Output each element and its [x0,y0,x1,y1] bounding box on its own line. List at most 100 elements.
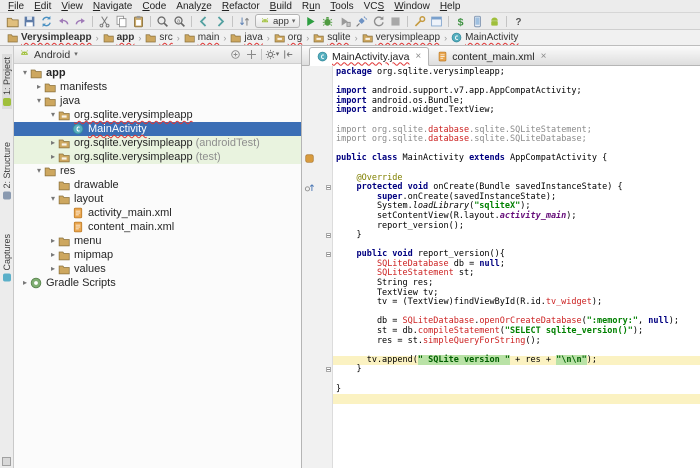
tree-item-manifests[interactable]: ▸manifests [14,80,301,94]
code-line[interactable]: public class MainActivity extends AppCom… [302,154,700,164]
chevron-down-icon[interactable]: ▾ [48,111,58,119]
paste-icon[interactable] [130,13,147,29]
menu-file[interactable]: File [3,1,29,12]
tree-item-org-sqlite-verysimpleapp[interactable]: ▸org.sqlite.verysimpleapp(test) [14,150,301,164]
tree-item-gradle-scripts[interactable]: ▸Gradle Scripts [14,276,301,290]
close-icon[interactable]: × [415,51,421,62]
tool-window-button-project[interactable]: 1: Project [2,54,12,109]
fold-marker-icon[interactable] [326,185,331,190]
menu-code[interactable]: Code [137,1,171,12]
tool-window-button-structure[interactable]: 2: Structure [2,139,12,203]
code-editor[interactable]: package org.sqlite.verysimpleapp;import … [302,66,700,468]
chevron-down-icon[interactable]: ▾ [20,69,30,77]
chevron-right-icon[interactable]: ▸ [48,251,58,259]
open-icon[interactable] [4,13,21,29]
breadcrumb-item-verysimpleapp[interactable]: Verysimpleapp [6,32,93,43]
sdk-manager-icon[interactable]: $ [452,13,469,29]
breadcrumb-item-mainactivity[interactable]: CMainActivity [450,32,519,43]
coverage-icon[interactable] [336,13,353,29]
chevron-right-icon[interactable]: ▸ [34,83,44,91]
chevron-right-icon[interactable]: ▸ [48,237,58,245]
code-line[interactable] [302,375,700,385]
menu-run[interactable]: Run [297,1,325,12]
menu-navigate[interactable]: Navigate [88,1,137,12]
sort-icon[interactable] [236,13,253,29]
chevron-right-icon[interactable]: ▸ [48,153,58,161]
code-line[interactable]: } [302,385,700,395]
save-icon[interactable] [21,13,38,29]
chevron-down-icon[interactable]: ▾ [34,167,44,175]
menu-view[interactable]: View [56,1,88,12]
run-configuration-select[interactable]: app▾ [255,14,300,28]
tree-item-java[interactable]: ▾java [14,94,301,108]
chevron-right-icon[interactable]: ▸ [20,279,30,287]
breadcrumb-item-verysimpleapp[interactable]: verysimpleapp [361,32,441,43]
menu-edit[interactable]: Edit [29,1,56,12]
chevron-down-icon[interactable]: ▾ [34,97,44,105]
tree-item-mainactivity[interactable]: CMainActivity [14,122,301,136]
avd-manager-icon[interactable] [469,13,486,29]
code-line[interactable]: tv.append(" SQLite version " + res + "\n… [302,356,700,366]
breadcrumb-item-java[interactable]: java [229,32,263,43]
code-line[interactable] [302,394,700,404]
breadcrumb-item-main[interactable]: main [183,32,221,43]
menu-analyze[interactable]: Analyze [171,1,217,12]
copy-icon[interactable] [113,13,130,29]
settings-gear-icon[interactable]: ▾ [264,47,280,63]
build-variants-icon[interactable] [428,13,445,29]
device-monitor-icon[interactable] [486,13,503,29]
scroll-from-source-icon[interactable] [243,47,259,63]
forward-icon[interactable] [212,13,229,29]
fold-marker-icon[interactable] [326,233,331,238]
tool-window-button-captures[interactable]: Captures [2,231,12,285]
menu-build[interactable]: Build [265,1,297,12]
project-structure-icon[interactable] [411,13,428,29]
menu-vcs[interactable]: VCS [359,1,390,12]
tree-item-app[interactable]: ▾app [14,66,301,80]
help-icon[interactable]: ? [510,13,527,29]
menu-tools[interactable]: Tools [325,1,358,12]
code-line[interactable]: tv = (TextView)findViewById(R.id.tv_widg… [302,298,700,308]
breadcrumb-item-sqlite[interactable]: sqlite [312,32,351,43]
breadcrumb-item-org[interactable]: org [273,32,303,43]
menu-help[interactable]: Help [435,1,466,12]
debug-icon[interactable] [319,13,336,29]
redo-icon[interactable] [72,13,89,29]
editor-tab-mainactivity-java[interactable]: CMainActivity.java× [309,47,429,66]
tree-item-content-main-xml[interactable]: content_main.xml [14,220,301,234]
chevron-right-icon[interactable]: ▸ [48,265,58,273]
tree-item-org-sqlite-verysimpleapp[interactable]: ▸org.sqlite.verysimpleapp(androidTest) [14,136,301,150]
back-icon[interactable] [195,13,212,29]
chevron-right-icon[interactable]: ▸ [48,139,58,147]
code-line[interactable]: import org.sqlite.database.sqlite.SQLite… [302,135,700,145]
code-line[interactable]: res = st.simpleQueryForString(); [302,337,700,347]
chevron-down-icon[interactable]: ▾ [48,195,58,203]
restart-icon[interactable] [370,13,387,29]
tree-item-org-sqlite-verysimpleapp[interactable]: ▾org.sqlite.verysimpleapp [14,108,301,122]
code-line[interactable]: import android.widget.TextView; [302,106,700,116]
undo-icon[interactable] [55,13,72,29]
tree-item-values[interactable]: ▸values [14,262,301,276]
fold-marker-icon[interactable] [326,367,331,372]
code-line[interactable]: report_version(); [302,222,700,232]
breadcrumb-item-src[interactable]: src [144,32,173,43]
sync-icon[interactable] [38,13,55,29]
attach-debugger-icon[interactable] [353,13,370,29]
cut-icon[interactable] [96,13,113,29]
editor-tab-content-main-xml[interactable]: content_main.xml× [429,47,554,66]
tree-item-activity-main-xml[interactable]: activity_main.xml [14,206,301,220]
replace-icon[interactable]: a [171,13,188,29]
tree-item-drawable[interactable]: drawable [14,178,301,192]
code-line[interactable]: } [302,365,700,375]
find-icon[interactable] [154,13,171,29]
tree-item-mipmap[interactable]: ▸mipmap [14,248,301,262]
code-line[interactable]: } [302,231,700,241]
menu-refactor[interactable]: Refactor [217,1,265,12]
project-view-selector[interactable]: Android ▾ [19,48,227,62]
tree-item-res[interactable]: ▾res [14,164,301,178]
close-icon[interactable]: × [541,51,547,62]
toolwindow-toggle-icon[interactable] [2,457,11,466]
hide-panel-icon[interactable] [280,47,296,63]
run-icon[interactable] [302,13,319,29]
fold-marker-icon[interactable] [326,252,331,257]
